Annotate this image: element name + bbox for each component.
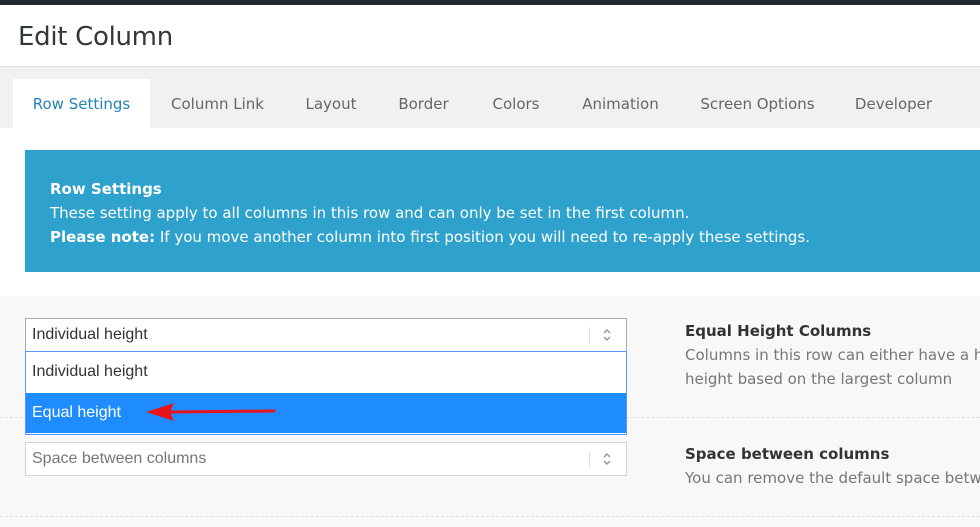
notice-note: Please note: If you move another column … — [50, 228, 810, 246]
equal-height-dropdown: Individual height Equal height — [25, 351, 627, 435]
tab-screen-options[interactable]: Screen Options — [679, 79, 836, 128]
space-between-title: Space between columns — [685, 445, 890, 463]
select-separator — [589, 327, 590, 343]
notice-note-text: If you move another column into first po… — [155, 228, 810, 246]
tab-animation[interactable]: Animation — [562, 79, 679, 128]
option-label: Equal height — [32, 404, 121, 421]
notice-title: Row Settings — [50, 180, 162, 198]
equal-height-desc-line1: Columns in this row can either have a he… — [685, 346, 980, 364]
equal-height-select[interactable]: Individual height — [25, 318, 627, 352]
equal-height-select-value: Individual height — [32, 326, 148, 343]
equal-height-description: Columns in this row can either have a he… — [685, 343, 980, 393]
up-down-chevron-icon — [603, 452, 611, 466]
setting-row-divider — [0, 516, 980, 517]
space-between-select-value: Space between columns — [32, 450, 207, 467]
admin-top-bar — [0, 0, 980, 5]
tab-border[interactable]: Border — [377, 79, 470, 128]
space-between-desc-line1: You can remove the default space betwee — [685, 469, 980, 487]
red-arrow-icon — [146, 403, 276, 421]
equal-height-desc-line2: height based on the largest column — [685, 370, 953, 388]
tab-row-settings[interactable]: Row Settings — [13, 79, 150, 128]
tab-layout[interactable]: Layout — [285, 79, 377, 128]
tab-column-link[interactable]: Column Link — [150, 79, 285, 128]
space-between-select[interactable]: Space between columns — [25, 442, 627, 476]
notice-body: These setting apply to all columns in th… — [50, 204, 690, 222]
equal-height-title: Equal Height Columns — [685, 322, 872, 340]
space-between-description: You can remove the default space betwee — [685, 466, 980, 492]
tab-colors[interactable]: Colors — [470, 79, 562, 128]
select-separator — [589, 451, 590, 467]
option-individual-height[interactable]: Individual height — [26, 352, 626, 392]
tab-developer[interactable]: Developer — [836, 79, 951, 128]
notice-note-label: Please note: — [50, 228, 156, 246]
option-label: Individual height — [32, 363, 148, 380]
row-settings-notice: Row Settings These setting apply to all … — [25, 150, 980, 272]
page-title: Edit Column — [18, 22, 173, 52]
up-down-chevron-icon — [603, 328, 611, 342]
option-equal-height[interactable]: Equal height — [26, 393, 626, 433]
